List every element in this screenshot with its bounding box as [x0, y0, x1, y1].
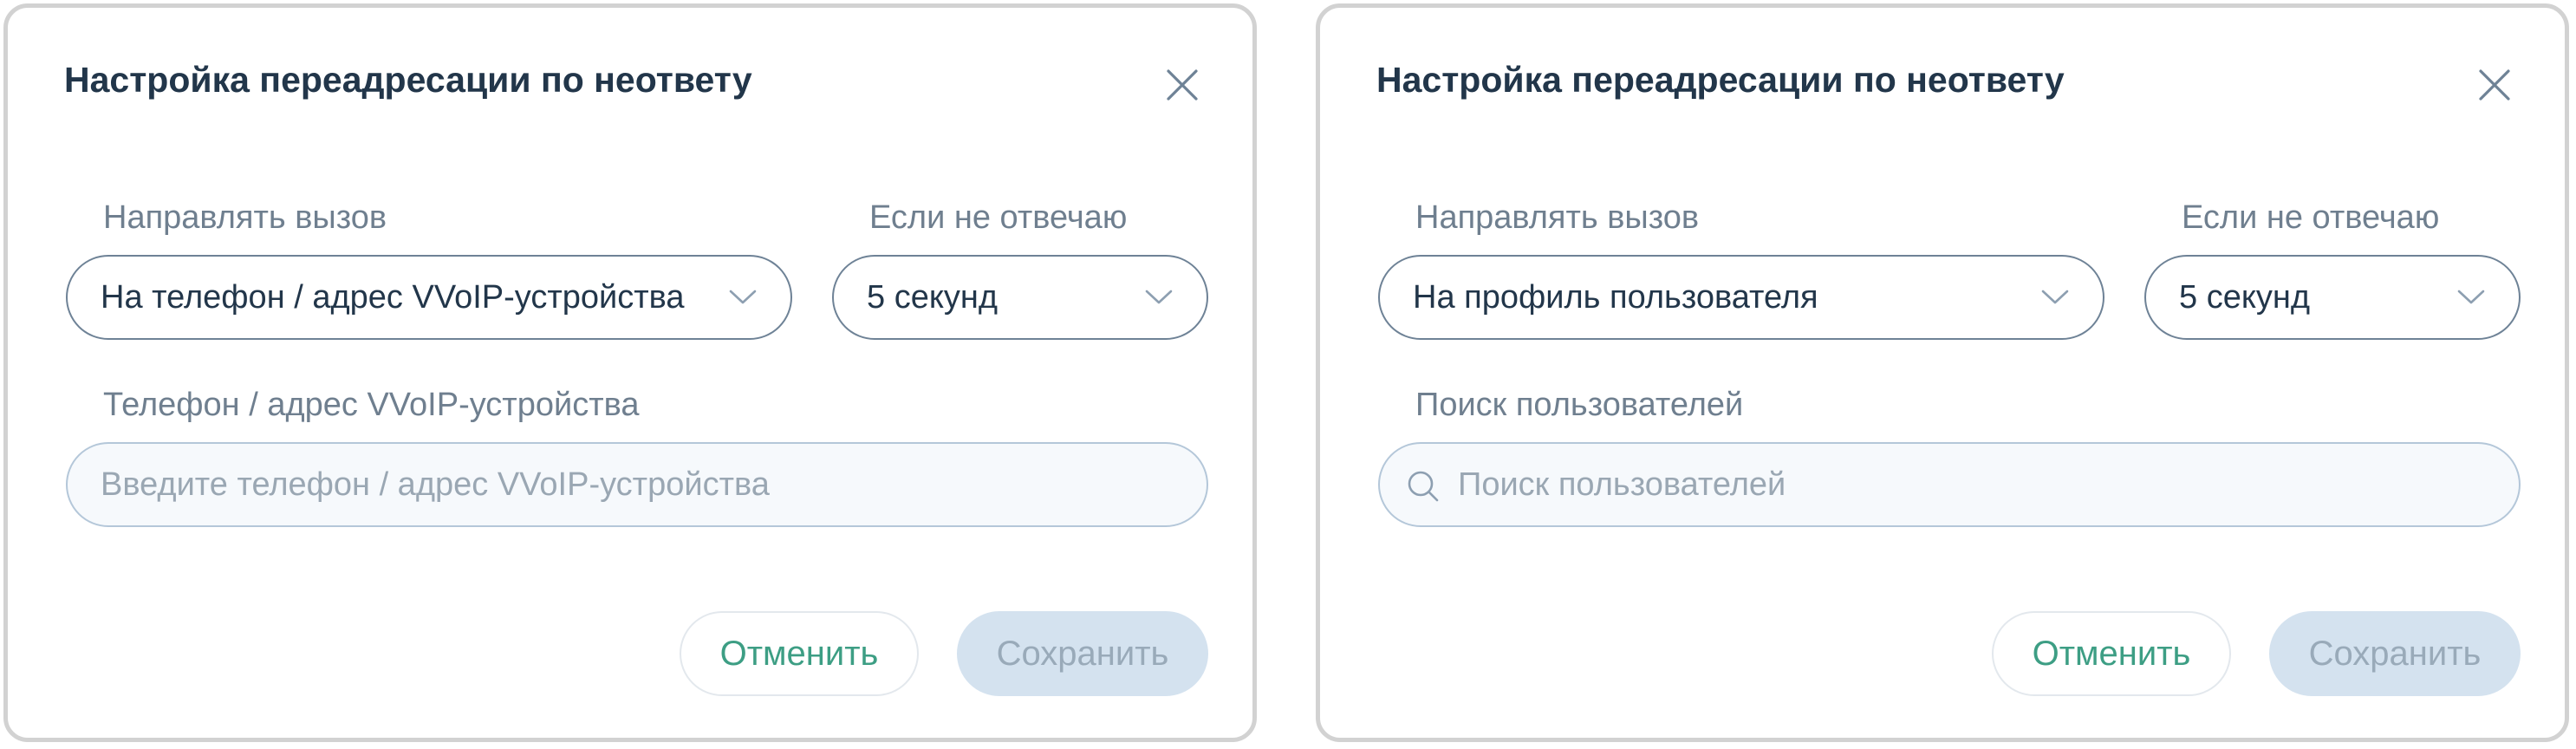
- phone-field-label: Телефон / адрес VVoIP-устройства: [103, 387, 640, 423]
- forward-target-value: На телефон / адрес VVoIP-устройства: [101, 279, 685, 316]
- close-button[interactable]: [1165, 68, 1200, 102]
- user-search-input[interactable]: Поиск пользователей: [1378, 442, 2521, 527]
- delay-label: Если не отвечаю: [2182, 199, 2440, 236]
- phone-input-placeholder: Введите телефон / адрес VVoIP-устройства: [101, 466, 770, 503]
- user-search-placeholder: Поиск пользователей: [1458, 466, 1786, 503]
- close-icon: [2477, 68, 2512, 102]
- forward-target-select[interactable]: На профиль пользователя: [1378, 255, 2104, 340]
- forward-target-value: На профиль пользователя: [1413, 279, 1818, 316]
- close-button[interactable]: [2477, 68, 2512, 102]
- chevron-down-icon: [2040, 288, 2070, 307]
- chevron-down-icon: [2456, 288, 2486, 307]
- forward-no-answer-dialog: Настройка переадресации по неответу Напр…: [3, 3, 1257, 742]
- save-button[interactable]: Сохранить: [957, 611, 1208, 696]
- forward-label: Направлять вызов: [103, 199, 387, 236]
- user-search-label: Поиск пользователей: [1415, 387, 1744, 423]
- cancel-button[interactable]: Отменить: [680, 611, 919, 696]
- save-button[interactable]: Сохранить: [2269, 611, 2521, 696]
- forward-no-answer-dialog: Настройка переадресации по неответу Напр…: [1316, 3, 2569, 742]
- cancel-button[interactable]: Отменить: [1992, 611, 2231, 696]
- dialog-title: Настройка переадресации по неответу: [1376, 60, 2065, 100]
- close-icon: [1165, 68, 1200, 102]
- dialog-title: Настройка переадресации по неответу: [64, 60, 752, 100]
- delay-value: 5 секунд: [867, 279, 999, 316]
- delay-select[interactable]: 5 секунд: [2144, 255, 2521, 340]
- phone-input[interactable]: Введите телефон / адрес VVoIP-устройства: [66, 442, 1208, 527]
- search-icon: [1406, 469, 1441, 504]
- chevron-down-icon: [728, 288, 758, 307]
- forward-label: Направлять вызов: [1415, 199, 1700, 236]
- delay-label: Если не отвечаю: [869, 199, 1128, 236]
- delay-value: 5 секунд: [2179, 279, 2311, 316]
- delay-select[interactable]: 5 секунд: [832, 255, 1208, 340]
- chevron-down-icon: [1144, 288, 1174, 307]
- forward-target-select[interactable]: На телефон / адрес VVoIP-устройства: [66, 255, 792, 340]
